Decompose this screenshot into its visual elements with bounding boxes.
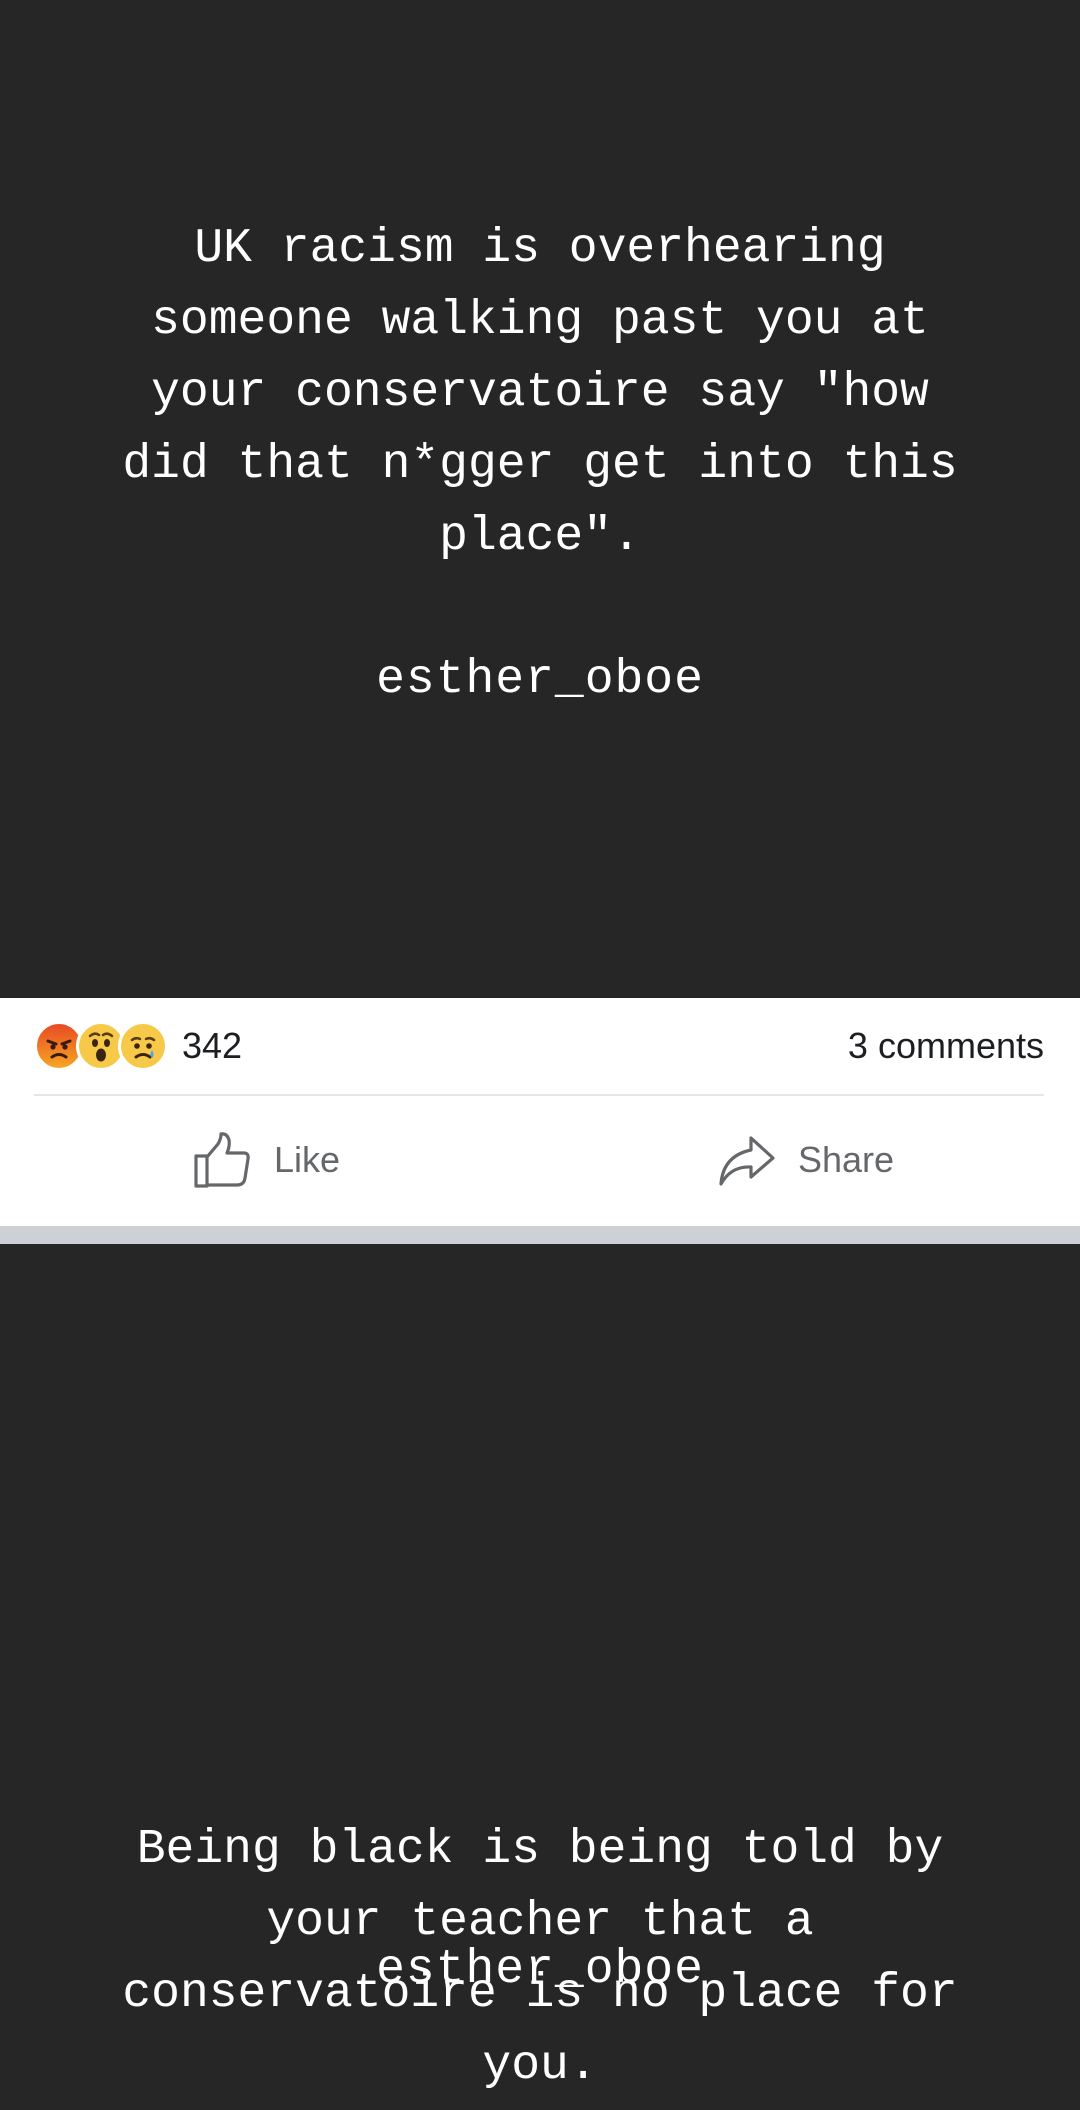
post-action-panel: 342 3 comments Like Share <box>0 998 1080 1226</box>
reaction-emojis[interactable] <box>34 1021 168 1071</box>
post-quote: UK racism is overhearing someone walking… <box>122 222 958 564</box>
reactions-row[interactable]: 342 3 comments <box>34 1020 1044 1072</box>
like-button[interactable]: Like <box>192 1120 340 1200</box>
post-image-top[interactable]: UK racism is overhearing someone walking… <box>0 0 1080 998</box>
post-handle: esther_oboe <box>376 653 704 707</box>
like-label: Like <box>274 1139 341 1180</box>
post-handle: esther_oboe <box>376 1943 704 1997</box>
share-arrow-icon <box>719 1136 775 1186</box>
post-image-bottom[interactable]: Being black is being told by your teache… <box>0 1244 1080 2110</box>
thumbs-up-icon <box>194 1132 250 1188</box>
reaction-count[interactable]: 342 <box>182 1025 242 1067</box>
divider <box>34 1094 1044 1096</box>
sad-emoji-icon <box>118 1021 168 1071</box>
share-label: Share <box>798 1139 895 1180</box>
feed-separator <box>0 1226 1080 1244</box>
share-button[interactable]: Share <box>716 1120 894 1200</box>
comments-count[interactable]: 3 comments <box>848 1025 1044 1067</box>
